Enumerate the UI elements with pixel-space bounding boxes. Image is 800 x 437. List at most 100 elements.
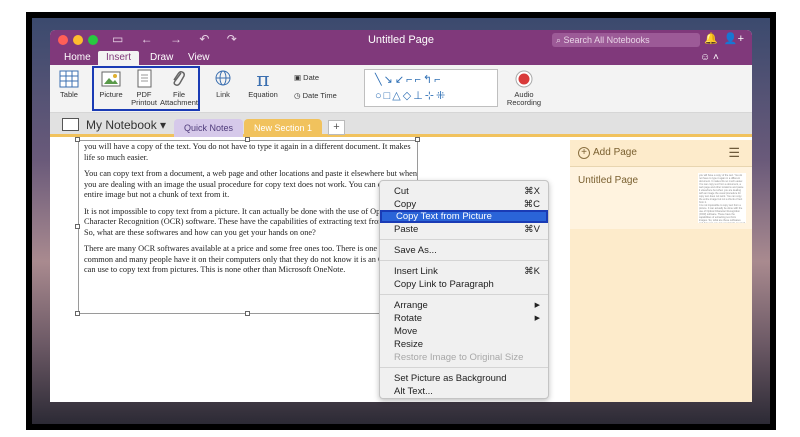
resize-handle[interactable] (245, 311, 250, 316)
table-button[interactable]: Table (56, 69, 82, 99)
menu-label: Restore Image to Original Size (394, 352, 524, 363)
date-button[interactable]: ▣ Date (294, 73, 319, 82)
thumbnail-paragraph: It is not impossible to copy text from a… (699, 204, 745, 223)
resize-handle[interactable] (75, 224, 80, 229)
calendar-icon: ▣ (294, 73, 304, 82)
picture-paragraph: It is not impossible to copy text from a… (84, 206, 413, 237)
menu-label: Copy Link to Paragraph (394, 279, 494, 290)
ribbon-insert: Table Picture PDF Printout File Attachme… (50, 65, 752, 113)
menu-item-alt-text[interactable]: Alt Text... (380, 385, 548, 398)
shapes-gallery[interactable]: ╲↘↙⌐⌐↰⌐ ○□△◇⊥⊹⁜ (364, 69, 498, 107)
plus-circle-icon: + (578, 147, 590, 159)
picture-paragraph: There are many OCR softwares available a… (84, 244, 417, 274)
menu-label: Arrange (394, 300, 428, 311)
menu-item-arrange[interactable]: Arrange ▶ (380, 299, 548, 312)
tab-draw[interactable]: Draw (142, 51, 181, 65)
menu-separator (380, 367, 548, 368)
resize-handle[interactable] (245, 137, 250, 142)
page-list-item[interactable]: Untitled Page you will have a copy of th… (570, 167, 752, 229)
menu-item-paste[interactable]: Paste ⌘V (380, 223, 548, 236)
menu-label: Save As... (394, 245, 437, 256)
menu-separator (380, 294, 548, 295)
tab-view[interactable]: View (180, 51, 218, 65)
title-bar: ▭ ← → ↶ ↷ Untitled Page ⌕ Search All Not… (50, 30, 752, 50)
menu-shortcut: ⌘V (524, 224, 540, 235)
menu-shortcut: ⌘K (524, 266, 540, 277)
section-tab-new-section-1[interactable]: New Section 1 (244, 119, 323, 137)
menu-label: Move (394, 326, 418, 337)
search-input[interactable]: ⌕ Search All Notebooks (552, 33, 700, 47)
picture-label: Picture (99, 90, 123, 99)
notebook-selector[interactable]: My Notebook ▾ (86, 118, 166, 132)
page-list-sidebar: + Add Page ☰ Untitled Page you will have … (570, 140, 752, 402)
equation-button[interactable]: π Equation (246, 69, 280, 99)
menu-label: Resize (394, 339, 424, 350)
menu-separator (380, 260, 548, 261)
page-list-header: + Add Page ☰ (570, 140, 752, 167)
menu-label: Copy (394, 199, 417, 210)
table-icon (59, 69, 79, 89)
picture-text: you will have a copy of the text. You do… (84, 142, 418, 312)
search-placeholder: Search All Notebooks (563, 35, 650, 45)
context-menu: Cut ⌘X Copy ⌘C Copy Text from Picture Past… (379, 180, 549, 399)
menu-item-cut[interactable]: Cut ⌘X (380, 185, 548, 198)
ribbon-tab-bar: Home Insert Draw View ☺ ˄ (50, 50, 752, 65)
pdf-printout-button[interactable]: PDF Printout (128, 69, 160, 107)
resize-handle[interactable] (415, 137, 420, 142)
menu-item-rotate[interactable]: Rotate ▶ (380, 312, 548, 325)
notebook-icon[interactable] (62, 118, 79, 131)
selected-picture[interactable]: you will have a copy of the text. You do… (75, 137, 420, 324)
menu-label: Cut (394, 186, 409, 197)
menu-item-insert-link[interactable]: Insert Link ⌘K (380, 265, 548, 278)
menu-label: Insert Link (394, 266, 438, 277)
file-label: File Attachment (160, 90, 198, 107)
submenu-arrow-icon: ▶ (534, 302, 540, 309)
menu-separator (380, 239, 548, 240)
equation-label: Equation (248, 90, 278, 99)
record-icon (514, 69, 534, 89)
page-list-menu-icon[interactable]: ☰ (728, 146, 740, 159)
picture-icon (101, 69, 121, 89)
add-section-button[interactable]: + (328, 120, 345, 135)
search-icon: ⌕ (556, 35, 564, 45)
audio-recording-button[interactable]: Audio Recording (504, 69, 544, 107)
tab-insert[interactable]: Insert (98, 51, 140, 65)
tab-home[interactable]: Home (56, 51, 99, 65)
page-thumbnail: you will have a copy of the text. You do… (698, 173, 746, 223)
notebook-name: My Notebook (86, 118, 157, 132)
clock-icon: ◷ (294, 91, 303, 100)
menu-item-copy-text-from-picture[interactable]: Copy Text from Picture (380, 210, 548, 223)
menu-item-copy-link-to-paragraph[interactable]: Copy Link to Paragraph (380, 278, 548, 291)
pi-icon: π (256, 67, 270, 91)
menu-item-move[interactable]: Move (380, 325, 548, 338)
add-page-button[interactable]: + Add Page (578, 147, 637, 159)
page-title: Untitled Page (578, 175, 639, 186)
picture-button[interactable]: Picture (96, 69, 126, 99)
pdf-icon (134, 69, 154, 89)
resize-handle[interactable] (75, 137, 80, 142)
paperclip-icon (169, 69, 189, 89)
menu-item-restore-image: Restore Image to Original Size (380, 351, 548, 364)
pdf-label: PDF Printout (131, 90, 157, 107)
menu-label: Copy Text from Picture (396, 211, 492, 222)
menu-label: Paste (394, 224, 419, 235)
smiley-feedback-icon[interactable]: ☺ ˄ (692, 51, 727, 65)
resize-handle[interactable] (75, 311, 80, 316)
menu-label: Set Picture as Background (394, 373, 507, 384)
picture-paragraph: you will have a copy of the text. You do… (84, 142, 411, 162)
link-label: Link (216, 90, 230, 99)
thumbnail-paragraph: you will have a copy of the text. You do… (699, 174, 743, 183)
picture-paragraph: You can copy text from a document, a web… (84, 169, 418, 199)
title-right-icons: 🔔 👤+ (704, 32, 744, 45)
add-page-label: Add Page (593, 147, 637, 158)
section-tab-quick-notes[interactable]: Quick Notes (174, 119, 244, 137)
bell-icon[interactable]: 🔔 (704, 33, 718, 45)
menu-item-set-picture-as-background[interactable]: Set Picture as Background (380, 372, 548, 385)
add-user-icon[interactable]: 👤+ (724, 33, 744, 45)
link-button[interactable]: Link (210, 69, 236, 99)
menu-item-save-as[interactable]: Save As... (380, 244, 548, 257)
notebook-bar: My Notebook ▾ Quick Notes New Section 1 … (50, 113, 752, 137)
date-time-button[interactable]: ◷ Date Time (294, 91, 337, 100)
file-attachment-button[interactable]: File Attachment (160, 69, 198, 107)
menu-item-resize[interactable]: Resize (380, 338, 548, 351)
